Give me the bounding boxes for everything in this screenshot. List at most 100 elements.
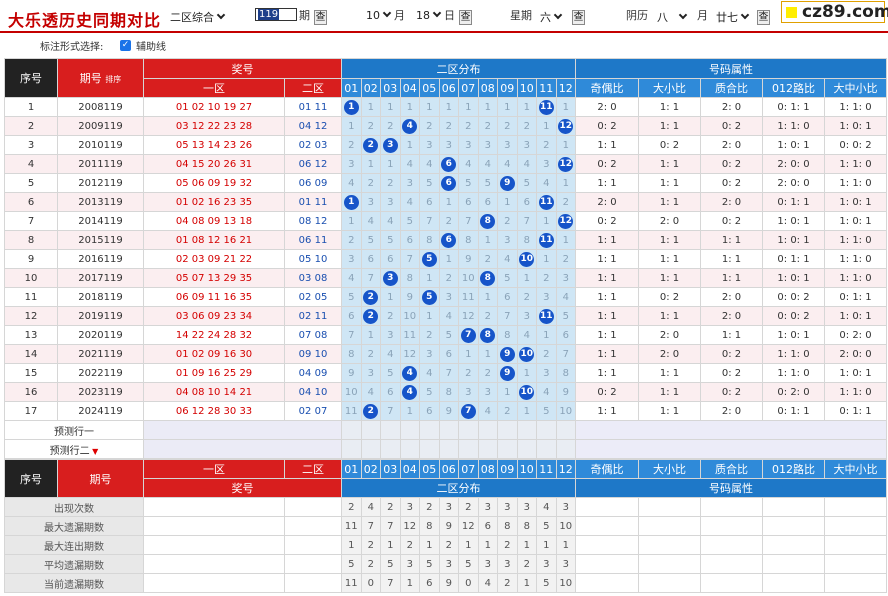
row-attr: 1: 1 (638, 192, 701, 212)
row-attr: 2: 0 (700, 97, 763, 117)
predict-cell[interactable] (536, 420, 557, 440)
predict-input-prize[interactable] (143, 420, 342, 440)
footer-num-02: 02 (360, 459, 381, 479)
row-attr: 1: 0: 1 (762, 211, 825, 231)
site-logo[interactable]: cz89.com (781, 1, 888, 23)
stats-value: 2 (399, 535, 420, 555)
header-period[interactable]: 期号 排序 (57, 58, 144, 98)
predict-cell[interactable] (555, 439, 576, 459)
row-front-numbers: 06 12 28 30 33 (143, 401, 285, 421)
predict-cell[interactable] (555, 420, 576, 440)
predict-cell[interactable] (477, 439, 498, 459)
stats-empty (700, 497, 763, 517)
predict-cell[interactable] (458, 420, 479, 440)
footer-prize: 奖号 (143, 478, 342, 498)
row-attr: 1: 1: 0 (824, 230, 887, 250)
footer-zone1: 一区 (143, 459, 285, 479)
predict-cell[interactable] (380, 420, 401, 440)
query-button-lunar[interactable]: 查 (757, 10, 770, 25)
dist-cell: 2 (477, 116, 498, 136)
dist-cell: 1 (419, 306, 440, 326)
predict-cell[interactable] (399, 439, 420, 459)
row-attr: 1: 1: 0 (824, 97, 887, 117)
stats-value: 12 (399, 516, 420, 536)
zone-select[interactable]: 二区综合 (170, 9, 226, 25)
row-attr: 0: 2 (575, 116, 639, 136)
query-button-period[interactable]: 查 (314, 10, 327, 25)
footer-zone2: 二区 (284, 459, 342, 479)
assist-label: 标注形式选择: (40, 42, 104, 53)
dist-cell: 5 (419, 382, 440, 402)
stats-value: 4 (536, 497, 557, 517)
table-row: 6 2013119 01 02 16 23 35 01 11 1 3 3 4 6 1 6 6 1 6 11 2… (4, 192, 887, 212)
lunar-day-select[interactable]: 廿七 (716, 9, 750, 25)
dist-cell: 2 (477, 306, 498, 326)
header-num-04: 04 (399, 78, 420, 98)
row-attr: 1: 1 (575, 249, 639, 269)
stats-empty (824, 497, 887, 517)
query-button-weekday[interactable]: 查 (572, 10, 585, 25)
predict-cell[interactable] (360, 420, 381, 440)
footer-attr-0: 奇偶比 (575, 459, 639, 479)
weekday-select[interactable]: 六 (540, 9, 563, 25)
period-input[interactable]: 119 (255, 8, 297, 21)
stats-empty (284, 535, 342, 555)
predict-cell[interactable] (497, 439, 518, 459)
dist-cell: 2 (536, 344, 557, 364)
stats-empty (143, 497, 285, 517)
dist-cell: 1 (341, 211, 362, 231)
stats-value: 5 (419, 554, 440, 574)
stats-label: 平均遗漏期数 (4, 554, 144, 574)
lunar-month-select[interactable]: 八 (657, 9, 688, 25)
stats-value: 3 (477, 497, 498, 517)
stats-label: 最大连出期数 (4, 535, 144, 555)
predict-cell[interactable] (497, 420, 518, 440)
row-attr: 0: 2 (700, 154, 763, 174)
dist-cell: 2 (497, 401, 518, 421)
stats-value: 7 (380, 573, 401, 593)
row-attr: 1: 1 (575, 344, 639, 364)
dist-cell: 6 (458, 192, 479, 212)
assist-checkbox[interactable]: ✓ (120, 40, 131, 51)
table-row: 8 2015119 01 08 12 16 21 06 11 2 5 5 6 8 6 8 1 3 8 11 1… (4, 230, 887, 250)
logo-square-icon (786, 7, 797, 18)
stats-value: 3 (555, 497, 576, 517)
predict-cell[interactable] (399, 420, 420, 440)
hit-ball: 9 (499, 346, 515, 362)
dist-cell: 1 (360, 154, 381, 174)
predict-cell[interactable] (341, 439, 362, 459)
predict-cell[interactable] (419, 420, 440, 440)
predict-cell[interactable] (477, 420, 498, 440)
predict-cell[interactable] (341, 420, 362, 440)
day-select[interactable]: 18 (416, 8, 442, 22)
dist-cell: 7 (399, 249, 420, 269)
sort-link[interactable]: 排序 (105, 75, 121, 84)
predict-cell[interactable] (438, 420, 459, 440)
stats-empty (143, 573, 285, 593)
predict-cell[interactable] (458, 439, 479, 459)
dist-cell: 1 (438, 249, 459, 269)
footer-num-09: 09 (497, 459, 518, 479)
dist-cell: 7 (497, 306, 518, 326)
footer-num-08: 08 (477, 459, 498, 479)
row-attr: 1: 1 (638, 382, 701, 402)
row-seq: 10 (4, 268, 58, 288)
row-period: 2021119 (57, 344, 144, 364)
dist-cell: 1 (341, 116, 362, 136)
dist-cell: 4 (360, 382, 381, 402)
stats-empty (575, 516, 639, 536)
hit-ball: 11 (538, 99, 554, 115)
query-button-date[interactable]: 查 (459, 10, 472, 25)
month-select[interactable]: 10 (366, 8, 392, 22)
predict-cell[interactable] (380, 439, 401, 459)
predict-cell[interactable] (516, 420, 537, 440)
predict-cell[interactable] (419, 439, 440, 459)
stats-value: 0 (360, 573, 381, 593)
predict-cell[interactable] (438, 439, 459, 459)
predict-cell[interactable] (536, 439, 557, 459)
dist-cell: 9 (555, 382, 576, 402)
dist-cell: 5 (497, 268, 518, 288)
predict-cell[interactable] (516, 439, 537, 459)
predict-input-prize[interactable] (143, 439, 342, 459)
predict-cell[interactable] (360, 439, 381, 459)
